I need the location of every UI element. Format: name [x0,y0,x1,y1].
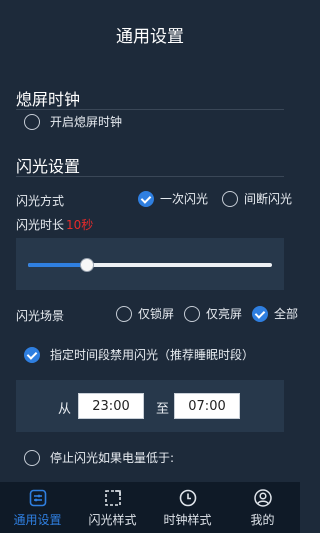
flash-duration-value: 10秒 [66,218,94,232]
disable-period-toggle[interactable]: 指定时间段禁用闪光（推荐睡眠时段） [24,346,254,363]
sliders-icon [29,489,46,506]
check-icon[interactable] [252,305,269,322]
flash-scene-option-all[interactable]: 全部 [252,305,298,322]
nav-item-flash-style[interactable]: 闪光样式 [75,482,150,533]
radio-empty-icon[interactable] [222,190,239,207]
divider [16,176,284,177]
bottom-nav: 通用设置 闪光样式 时钟样式 我的 [0,482,300,533]
nav-item-label: 通用设置 [13,512,62,527]
from-label: 从 [58,402,72,417]
to-label: 至 [156,402,170,417]
section-heading-flash-settings: 闪光设置 [16,157,81,176]
check-icon[interactable] [138,190,154,207]
flash-duration-slider-thumb[interactable] [79,258,94,272]
radio-empty-icon[interactable] [116,305,132,322]
flash-scene-option-label: 全部 [274,307,299,321]
nav-item-general-settings[interactable]: 通用设置 [0,482,75,533]
battery-threshold-toggle[interactable]: 停止闪光如果电量低于: [24,449,174,466]
flash-duration-slider-panel [16,238,284,290]
divider [16,109,284,110]
radio-empty-icon[interactable] [184,305,201,322]
enable-screen-off-clock-toggle[interactable]: 开启熄屏时钟 [24,113,122,130]
nav-item-label: 我的 [250,512,275,527]
flash-mode-option-label: 间断闪光 [244,192,293,206]
page-title: 通用设置 [116,27,184,47]
user-icon [253,488,272,507]
section-heading-screen-off-clock: 熄屏时钟 [16,90,81,109]
flash-scene-options: 仅锁屏 仅亮屏 全部 [116,305,298,322]
flash-duration-label: 闪光时长 [16,218,65,232]
battery-threshold-label: 停止闪光如果电量低于: [50,451,175,465]
disable-period-label: 指定时间段禁用闪光（推荐睡眠时段） [50,348,255,362]
check-icon[interactable] [24,346,40,363]
flash-scene-option-label: 仅锁屏 [138,307,175,321]
disable-period-time-panel: 从 23:00 至 07:00 [16,380,284,432]
nav-item-clock-style[interactable]: 时钟样式 [150,482,225,533]
flash-duration-row: 闪光时长 10秒 [16,216,93,233]
flash-mode-option-once[interactable]: 一次闪光 [138,190,208,207]
frame-icon [104,489,121,506]
flash-scene-option-screen-on-only[interactable]: 仅亮屏 [184,305,242,322]
flash-duration-slider-fill [28,263,87,267]
nav-item-label: 闪光样式 [88,512,137,527]
enable-screen-off-clock-label: 开启熄屏时钟 [50,115,123,129]
flash-scene-option-lock-only[interactable]: 仅锁屏 [116,305,174,322]
radio-empty-icon[interactable] [24,449,40,466]
flash-scene-label: 闪光场景 [16,309,65,323]
flash-mode-options: 一次闪光 间断闪光 [138,190,292,207]
flash-mode-label: 闪光方式 [16,194,65,208]
flash-duration-slider-track[interactable] [28,258,272,272]
to-time-field[interactable]: 07:00 [174,393,240,419]
from-time-field[interactable]: 23:00 [78,393,144,419]
clock-icon [179,489,196,506]
flash-mode-option-intermittent[interactable]: 间断闪光 [222,190,292,207]
flash-scene-option-label: 仅亮屏 [206,307,243,321]
screen-off-clock-radio[interactable] [24,113,40,130]
flash-mode-option-label: 一次闪光 [160,192,209,206]
nav-item-label: 时钟样式 [163,512,212,527]
nav-item-mine[interactable]: 我的 [225,482,300,533]
